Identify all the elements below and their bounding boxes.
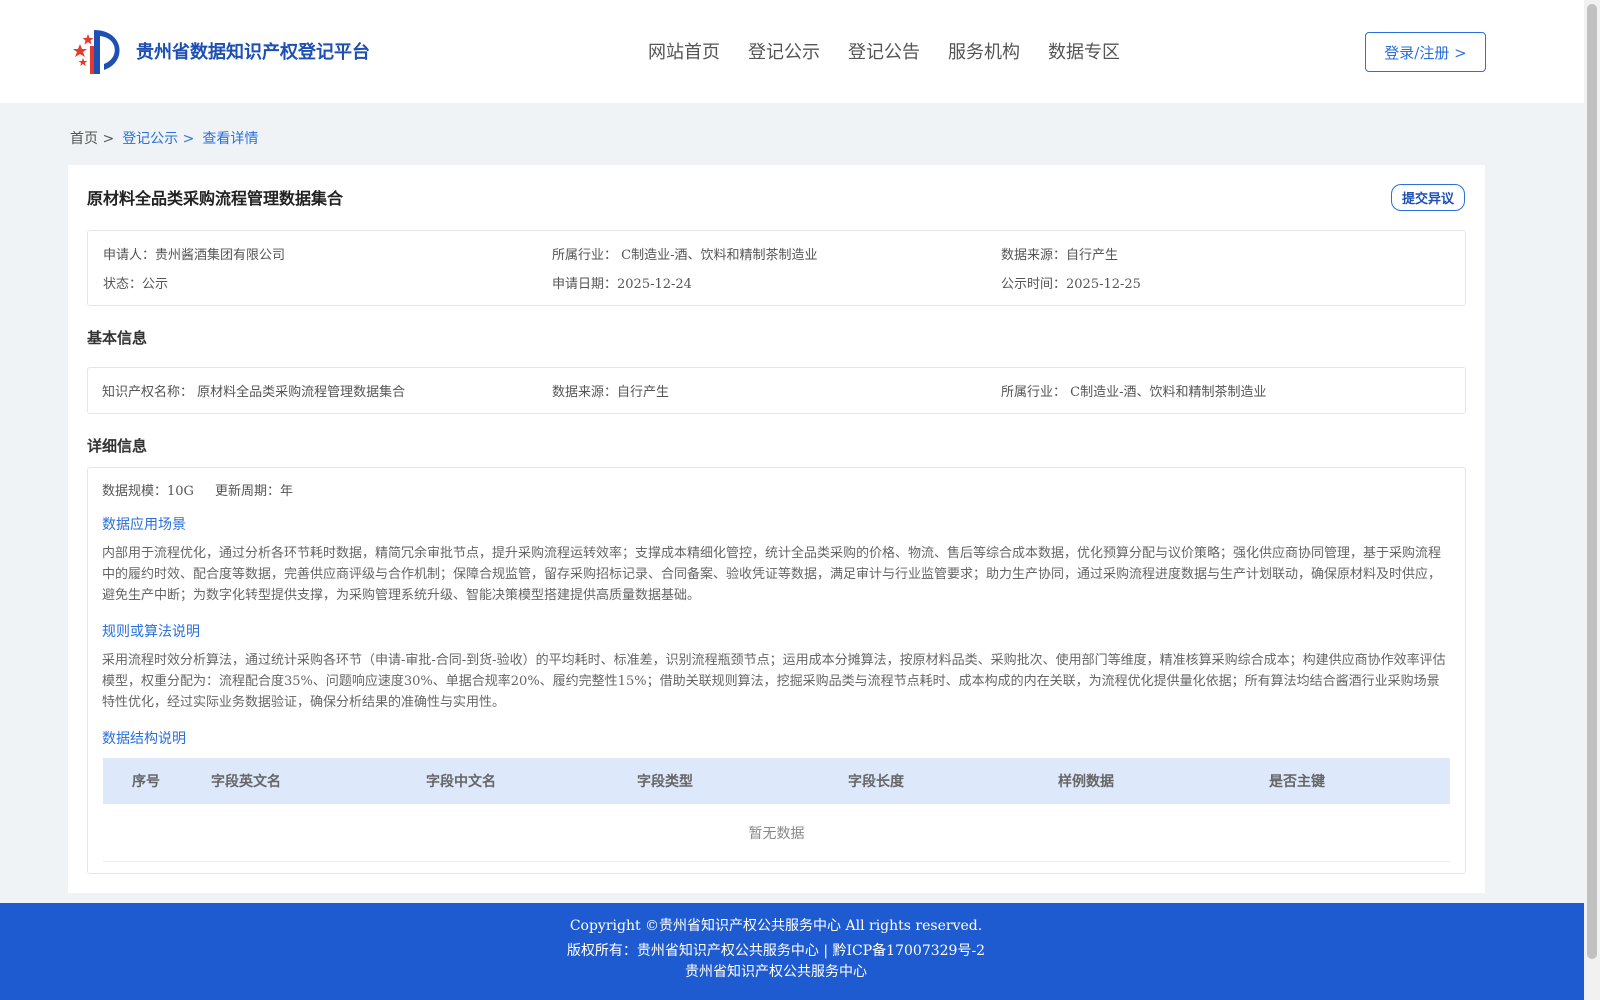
table-empty-text: 暂无数据	[748, 826, 805, 842]
page-title: 原材料全品类采购流程管理数据集合	[87, 189, 344, 208]
th-field-en: 字段英文名	[211, 774, 281, 790]
rule-title: 规则或算法说明	[102, 624, 200, 640]
nav-home[interactable]: 网站首页	[648, 38, 720, 64]
footer-owner: 版权所有：贵州省知识产权公共服务中心 | 黔ICP备17007329号-2	[566, 943, 986, 959]
logo-emblem-icon	[73, 30, 120, 74]
nav-data-zone[interactable]: 数据专区	[1048, 38, 1120, 64]
scrollbar-thumb[interactable]	[1587, 4, 1597, 959]
th-primary-key: 是否主键	[1269, 774, 1325, 790]
site-name: 贵州省数据知识产权登记平台	[136, 42, 370, 63]
breadcrumb: 首页 > 登记公示 > 查看详情	[70, 128, 266, 148]
nav-registration-announcement[interactable]: 登记公告	[848, 38, 920, 64]
th-field-cn: 字段中文名	[426, 774, 496, 790]
site-header: 贵州省数据知识产权登记平台 网站首页 登记公示 登记公告 服务机构 数据专区 登…	[0, 0, 1584, 103]
rule-text: 采用流程时效分析算法，通过统计采购各环节（申请-审批-合同-到货-验收）的平均耗…	[102, 653, 1446, 710]
table-header-row: 序号 字段英文名 字段中文名 字段类型 字段长度 样例数据 是否主键	[103, 758, 1450, 804]
footer-copyright: Copyright ©贵州省知识产权公共服务中心 All rights rese…	[569, 918, 983, 934]
structure-title: 数据结构说明	[102, 731, 186, 747]
th-index: 序号	[132, 774, 160, 790]
site-logo[interactable]: 贵州省数据知识产权登记平台	[70, 26, 370, 76]
main-nav: 网站首页 登记公示 登记公告 服务机构 数据专区	[648, 38, 1148, 64]
nav-service-agencies[interactable]: 服务机构	[948, 38, 1020, 64]
publish-date: 公示时间：2025-12-25	[1001, 277, 1141, 292]
breadcrumb-home[interactable]: 首页 >	[70, 128, 114, 148]
detail-card: 原材料全品类采购流程管理数据集合 提交异议 申请人：贵州酱酒集团有限公司 所属行…	[68, 165, 1485, 893]
data-source: 数据来源：自行产生	[1001, 248, 1119, 263]
login-register-button[interactable]: 登录/注册 >	[1365, 32, 1486, 72]
applicant: 申请人：贵州酱酒集团有限公司	[103, 248, 286, 263]
scene-title: 数据应用场景	[102, 517, 186, 533]
footer-org: 贵州省知识产权公共服务中心	[685, 964, 867, 980]
submit-objection-button[interactable]: 提交异议	[1391, 184, 1465, 211]
th-field-length: 字段长度	[848, 774, 904, 790]
update-cycle: 更新周期：年	[215, 484, 294, 499]
status: 状态：公示	[103, 277, 169, 292]
summary-panel: 申请人：贵州酱酒集团有限公司 所属行业： C制造业-酒、饮料和精制茶制造业 数据…	[87, 230, 1466, 306]
detail-info-panel: 数据规模：10G 更新周期：年 数据应用场景 内部用于流程优化，通过分析各环节耗…	[87, 467, 1466, 874]
industry: 所属行业： C制造业-酒、饮料和精制茶制造业	[552, 248, 818, 263]
breadcrumb-current: 查看详情	[202, 131, 259, 147]
breadcrumb-section[interactable]: 登记公示 >	[122, 128, 194, 148]
basic-info-panel: 知识产权名称： 原材料全品类采购流程管理数据集合 数据来源：自行产生 所属行业：…	[87, 367, 1466, 414]
basic-industry: 所属行业： C制造业-酒、饮料和精制茶制造业	[1001, 385, 1267, 400]
table-divider	[103, 861, 1450, 862]
scene-text: 内部用于流程优化，通过分析各环节耗时数据，精简冗余审批节点，提升采购流程运转效率…	[102, 546, 1442, 603]
data-scale: 数据规模：10G	[102, 484, 194, 499]
ip-name: 知识产权名称： 原材料全品类采购流程管理数据集合	[102, 385, 406, 400]
page-scrollbar[interactable]	[1584, 0, 1600, 1000]
detail-info-title: 详细信息	[87, 437, 148, 455]
basic-data-source: 数据来源：自行产生	[552, 385, 670, 400]
th-sample: 样例数据	[1058, 774, 1114, 790]
basic-info-title: 基本信息	[87, 329, 148, 347]
nav-registration-publicity[interactable]: 登记公示	[748, 38, 820, 64]
th-field-type: 字段类型	[637, 774, 693, 790]
apply-date: 申请日期：2025-12-24	[552, 277, 692, 292]
site-footer: Copyright ©贵州省知识产权公共服务中心 All rights rese…	[0, 903, 1584, 1000]
